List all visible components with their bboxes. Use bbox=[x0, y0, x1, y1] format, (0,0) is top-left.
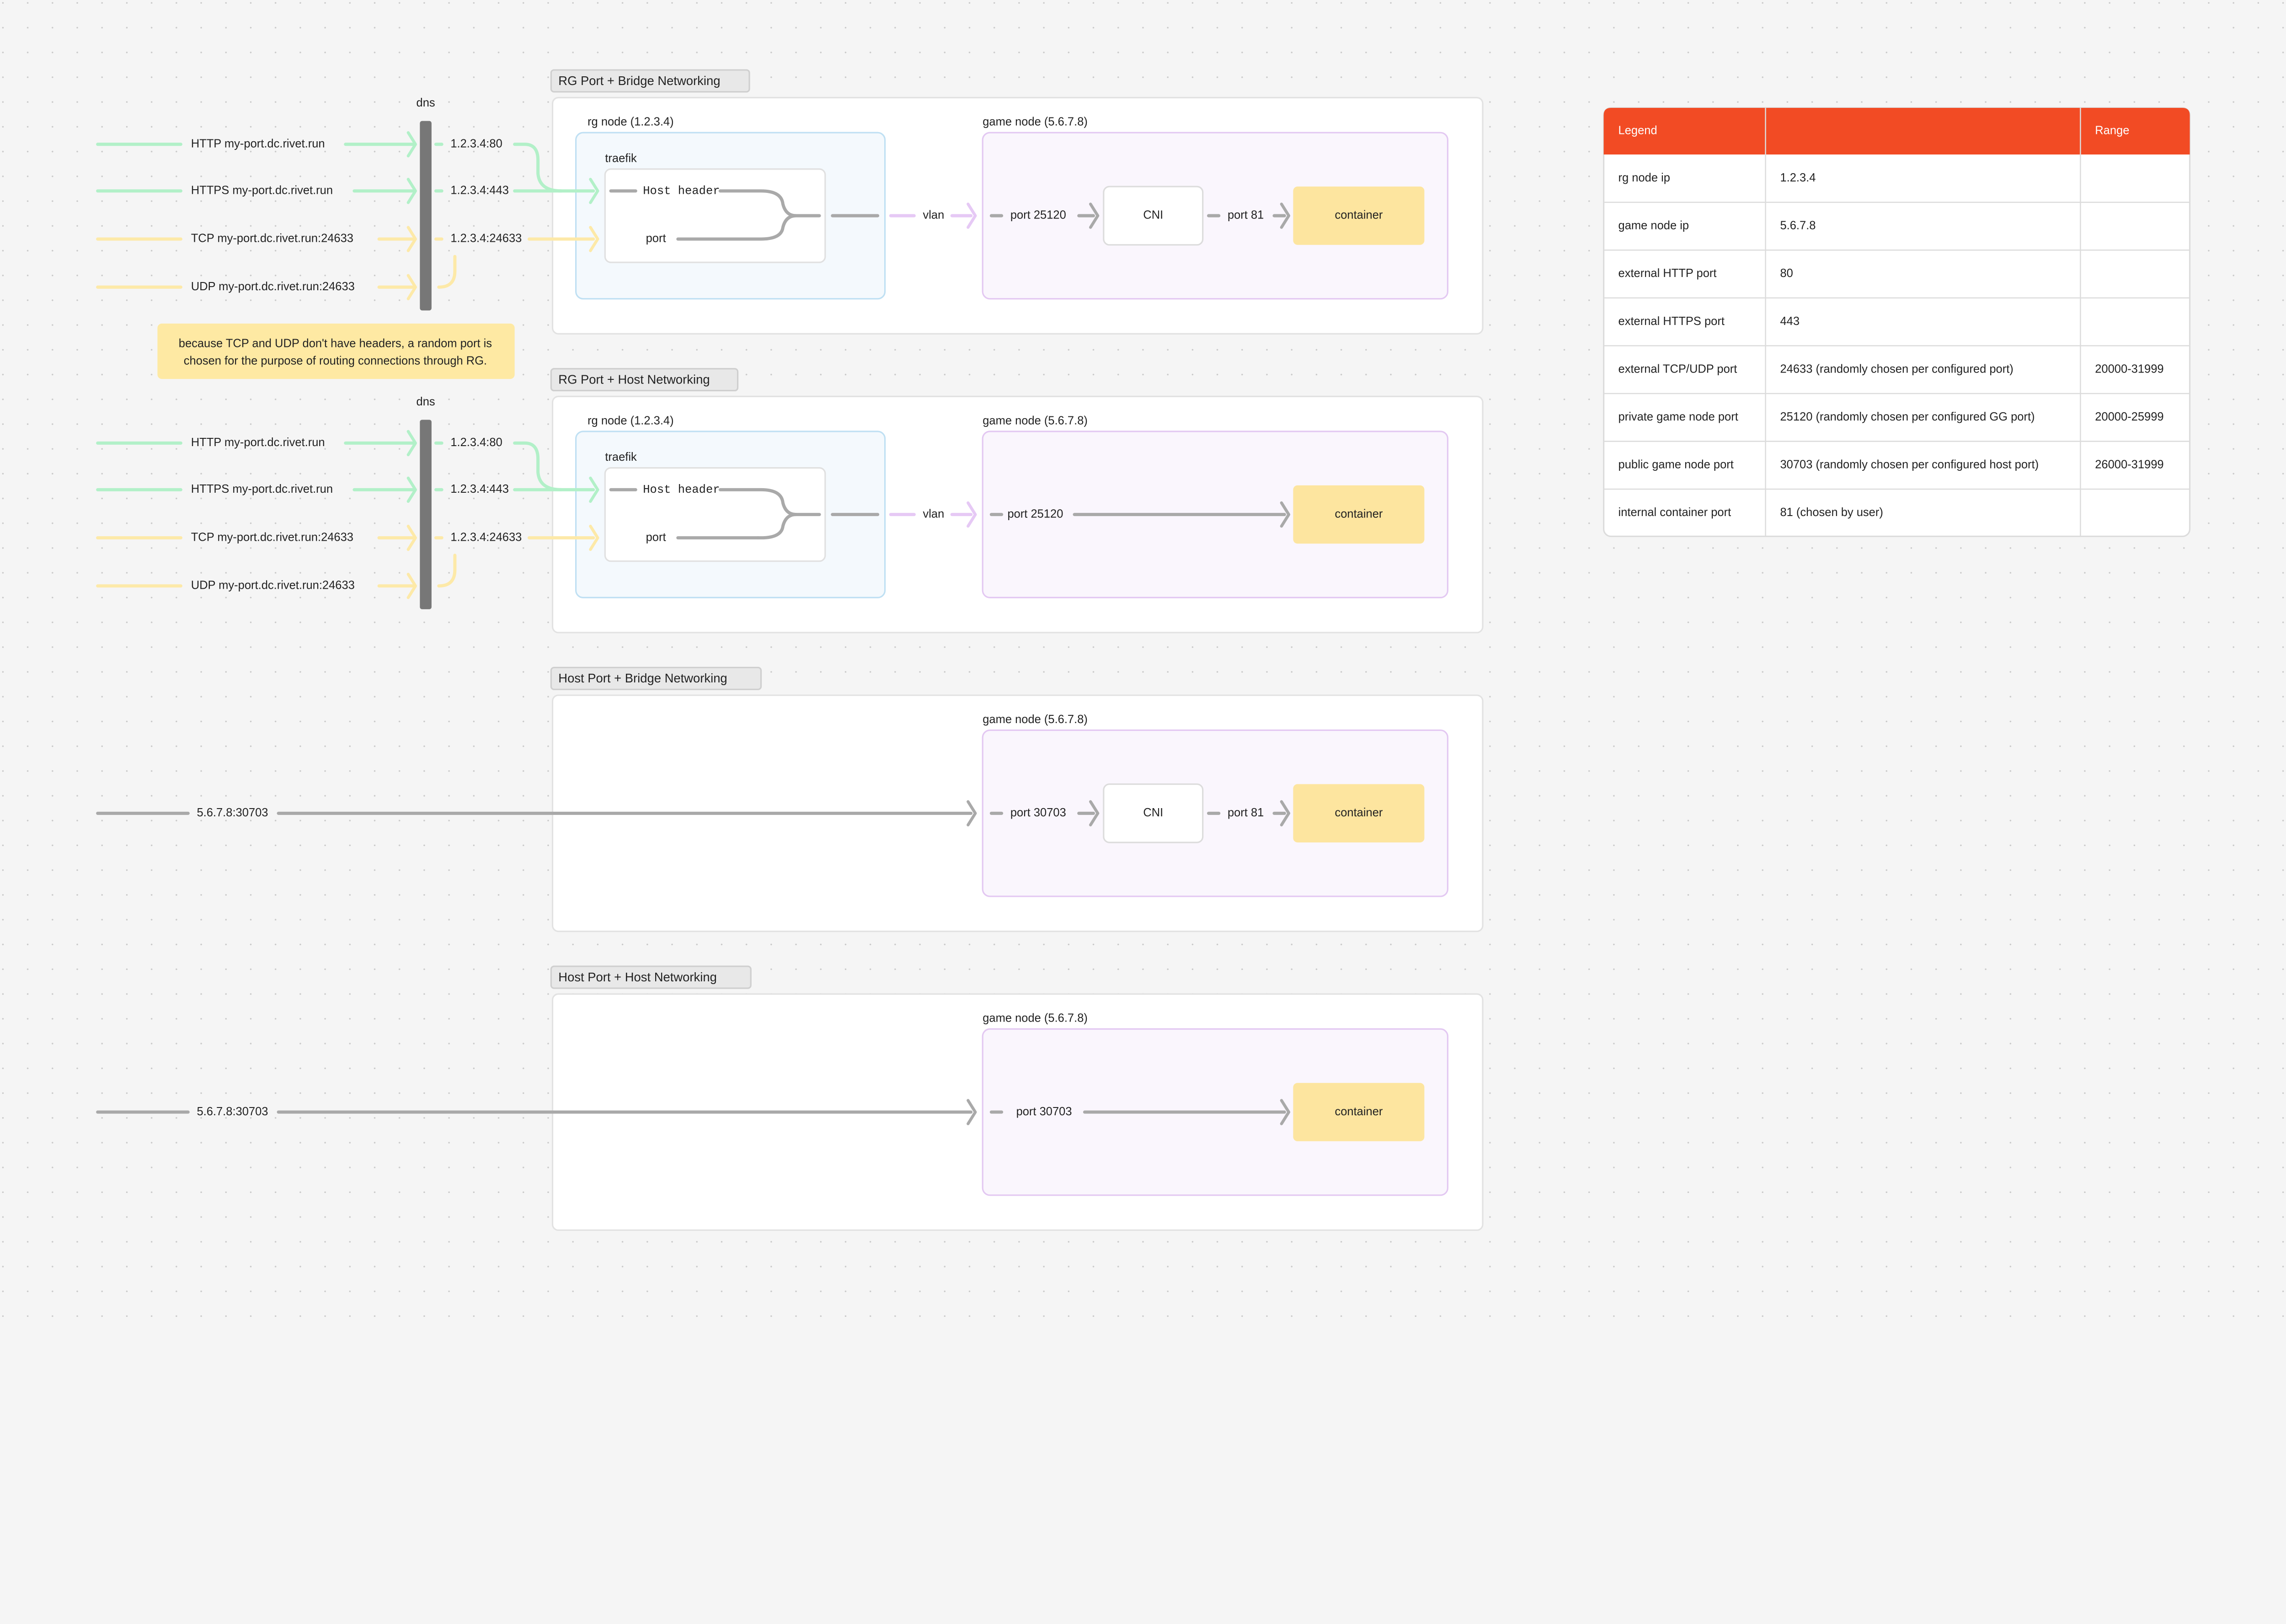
source-label: 5.6.7.8:30703 bbox=[197, 1105, 268, 1118]
legend-cell: 30703 (randomly chosen per configured ho… bbox=[1780, 458, 2039, 471]
request-label: TCP my-port.dc.rivet.run:24633 bbox=[191, 232, 353, 245]
dns-target: 1.2.3.4:443 bbox=[450, 483, 509, 495]
legend-cell: 26000-31999 bbox=[2095, 458, 2163, 471]
request-label: UDP my-port.dc.rivet.run:24633 bbox=[191, 579, 355, 592]
container-label: container bbox=[1335, 1105, 1383, 1118]
host-header-label: Host header bbox=[643, 483, 720, 496]
dns-target: 1.2.3.4:80 bbox=[450, 436, 502, 449]
port-label: port bbox=[646, 531, 666, 543]
legend-cell: 20000-31999 bbox=[2095, 362, 2163, 375]
legend-header-cell: Range bbox=[2095, 124, 2129, 137]
legend-cell: private game node port bbox=[1618, 410, 1738, 423]
legend-cell: game node ip bbox=[1618, 219, 1689, 232]
legend-cell: external HTTP port bbox=[1618, 267, 1717, 280]
dns-label: dns bbox=[417, 395, 435, 408]
cni-port-label: port 81 bbox=[1228, 806, 1264, 819]
entry-port-label: port 30703 bbox=[1010, 806, 1066, 819]
source-label: 5.6.7.8:30703 bbox=[197, 806, 268, 819]
game-node-label: game node (5.6.7.8) bbox=[983, 1012, 1088, 1025]
dns-target: 1.2.3.4:443 bbox=[450, 184, 509, 197]
legend-cell: rg node ip bbox=[1618, 171, 1670, 184]
container-label: container bbox=[1335, 806, 1383, 819]
cni-port-label: port 81 bbox=[1228, 209, 1264, 222]
legend-cell: 20000-25999 bbox=[2095, 410, 2163, 423]
legend-header-cell: Legend bbox=[1618, 124, 1657, 137]
note-box bbox=[157, 323, 515, 379]
port-label: port bbox=[646, 232, 666, 245]
request-label: HTTPS my-port.dc.rivet.run bbox=[191, 184, 333, 197]
entry-port-label: port 25120 bbox=[1007, 507, 1063, 520]
dns-bar bbox=[420, 121, 432, 311]
request-label: UDP my-port.dc.rivet.run:24633 bbox=[191, 280, 355, 293]
frame-title: Host Port + Bridge Networking bbox=[558, 671, 727, 685]
request-label: HTTPS my-port.dc.rivet.run bbox=[191, 483, 333, 495]
frame-title: RG Port + Host Networking bbox=[558, 373, 710, 387]
traefik-label: traefik bbox=[605, 152, 637, 165]
dns-target: 1.2.3.4:24633 bbox=[450, 232, 522, 245]
request-label: HTTP my-port.dc.rivet.run bbox=[191, 137, 325, 150]
container-label: container bbox=[1335, 209, 1383, 222]
dns-target: 1.2.3.4:24633 bbox=[450, 531, 522, 543]
vlan-label: vlan bbox=[923, 507, 944, 520]
entry-port-label: port 30703 bbox=[1016, 1105, 1072, 1118]
legend-cell: 1.2.3.4 bbox=[1780, 171, 1816, 184]
game-node-label: game node (5.6.7.8) bbox=[983, 713, 1088, 726]
traefik-label: traefik bbox=[605, 451, 637, 463]
legend-cell: external TCP/UDP port bbox=[1618, 362, 1737, 375]
legend-cell: internal container port bbox=[1618, 506, 1731, 519]
note-line-1: because TCP and UDP don't have headers, … bbox=[179, 337, 492, 350]
dns-target: 1.2.3.4:80 bbox=[450, 137, 502, 150]
rg-node-label: rg node (1.2.3.4) bbox=[588, 414, 674, 427]
legend-cell: public game node port bbox=[1618, 458, 1734, 471]
legend-cell: external HTTPS port bbox=[1618, 315, 1725, 328]
rg-node-label: rg node (1.2.3.4) bbox=[588, 116, 674, 128]
request-label: TCP my-port.dc.rivet.run:24633 bbox=[191, 531, 353, 543]
entry-port-label: port 25120 bbox=[1010, 209, 1066, 222]
request-label: HTTP my-port.dc.rivet.run bbox=[191, 436, 325, 449]
frame-title: RG Port + Bridge Networking bbox=[558, 74, 720, 88]
legend-cell: 25120 (randomly chosen per configured GG… bbox=[1780, 410, 2035, 423]
legend-cell: 443 bbox=[1780, 315, 1800, 328]
frame-title: Host Port + Host Networking bbox=[558, 970, 717, 984]
legend-cell: 24633 (randomly chosen per configured po… bbox=[1780, 362, 2013, 375]
container-label: container bbox=[1335, 507, 1383, 520]
vlan-label: vlan bbox=[923, 209, 944, 222]
dns-bar bbox=[420, 420, 432, 609]
game-node-label: game node (5.6.7.8) bbox=[983, 116, 1088, 128]
dns-label: dns bbox=[417, 96, 435, 109]
game-node-label: game node (5.6.7.8) bbox=[983, 414, 1088, 427]
diagram-canvas: RG Port + Bridge Networking rg node (1.2.… bbox=[0, 0, 2286, 1328]
legend-cell: 80 bbox=[1780, 267, 1793, 280]
cni-label: CNI bbox=[1143, 806, 1163, 819]
host-header-label: Host header bbox=[643, 184, 720, 197]
note-line-2: chosen for the purpose of routing connec… bbox=[184, 355, 487, 367]
cni-label: CNI bbox=[1143, 209, 1163, 222]
legend-cell: 81 (chosen by user) bbox=[1780, 506, 1883, 519]
legend-cell: 5.6.7.8 bbox=[1780, 219, 1816, 232]
